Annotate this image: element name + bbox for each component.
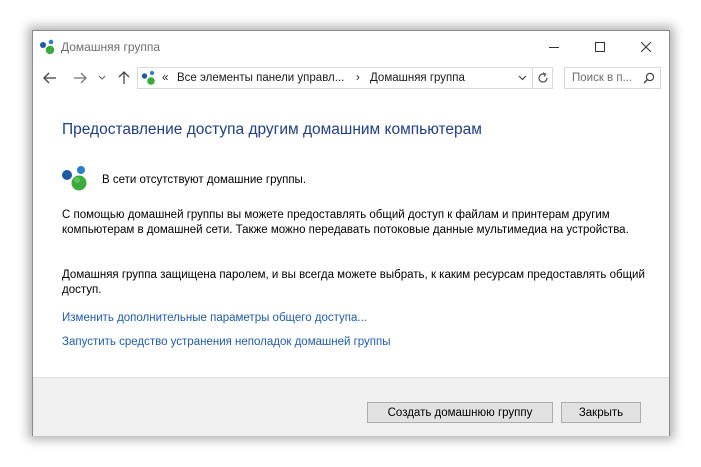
- description-paragraph: С помощью домашней группы вы можете пред…: [62, 209, 629, 236]
- back-button[interactable]: [39, 67, 61, 89]
- chevron-down-icon: [98, 75, 106, 80]
- search-icon: [643, 72, 655, 84]
- arrow-up-icon: [118, 71, 130, 84]
- address-bar[interactable]: « Все элементы панели управл... › Домашн…: [137, 67, 553, 89]
- window-title: Домашняя группа: [61, 40, 161, 54]
- main-content: Предоставление доступа другим домашним к…: [33, 93, 669, 377]
- maximize-button[interactable]: [577, 31, 623, 63]
- arrow-right-icon: [74, 72, 87, 84]
- search-placeholder: Поиск в п...: [572, 72, 633, 84]
- breadcrumb-overflow[interactable]: «: [162, 72, 168, 84]
- title-bar: Домашняя группа: [33, 31, 669, 63]
- troubleshooter-link[interactable]: Запустить средство устранения неполадок …: [62, 336, 391, 348]
- recent-locations-button[interactable]: [95, 67, 109, 89]
- close-button[interactable]: Закрыть: [561, 402, 641, 423]
- create-homegroup-button[interactable]: Создать домашнюю группу: [367, 402, 553, 423]
- dialog-footer: Создать домашнюю группу Закрыть: [33, 377, 669, 436]
- password-info-paragraph: Домашняя группа защищена паролем, и вы в…: [62, 269, 645, 296]
- page-title: Предоставление доступа другим домашним к…: [62, 121, 482, 138]
- minimize-icon: [549, 47, 559, 48]
- maximize-icon: [595, 42, 605, 52]
- close-icon: [641, 42, 651, 52]
- homegroup-icon: [141, 70, 155, 85]
- advanced-sharing-settings-link[interactable]: Изменить дополнительные параметры общего…: [62, 312, 367, 324]
- refresh-button[interactable]: [532, 68, 553, 88]
- address-dropdown-button[interactable]: [513, 68, 531, 88]
- breadcrumb-control-panel[interactable]: Все элементы панели управл...: [177, 72, 344, 84]
- arrow-left-icon: [43, 72, 56, 84]
- search-input[interactable]: Поиск в п...: [564, 67, 661, 89]
- minimize-button[interactable]: [531, 31, 577, 63]
- close-window-button[interactable]: [623, 31, 669, 63]
- status-message: В сети отсутствуют домашние группы.: [102, 174, 307, 186]
- breadcrumb-separator[interactable]: ›: [356, 72, 360, 84]
- up-button[interactable]: [113, 67, 135, 89]
- forward-button[interactable]: [69, 67, 91, 89]
- homegroup-icon: [62, 166, 87, 191]
- chevron-down-icon: [518, 75, 526, 81]
- homegroup-window: Домашняя группа « Все элементы панели уп…: [32, 30, 670, 436]
- navigation-bar: « Все элементы панели управл... › Домашн…: [33, 63, 669, 93]
- breadcrumb-homegroup[interactable]: Домашняя группа: [370, 72, 465, 84]
- homegroup-icon: [40, 39, 55, 55]
- refresh-icon: [538, 72, 548, 83]
